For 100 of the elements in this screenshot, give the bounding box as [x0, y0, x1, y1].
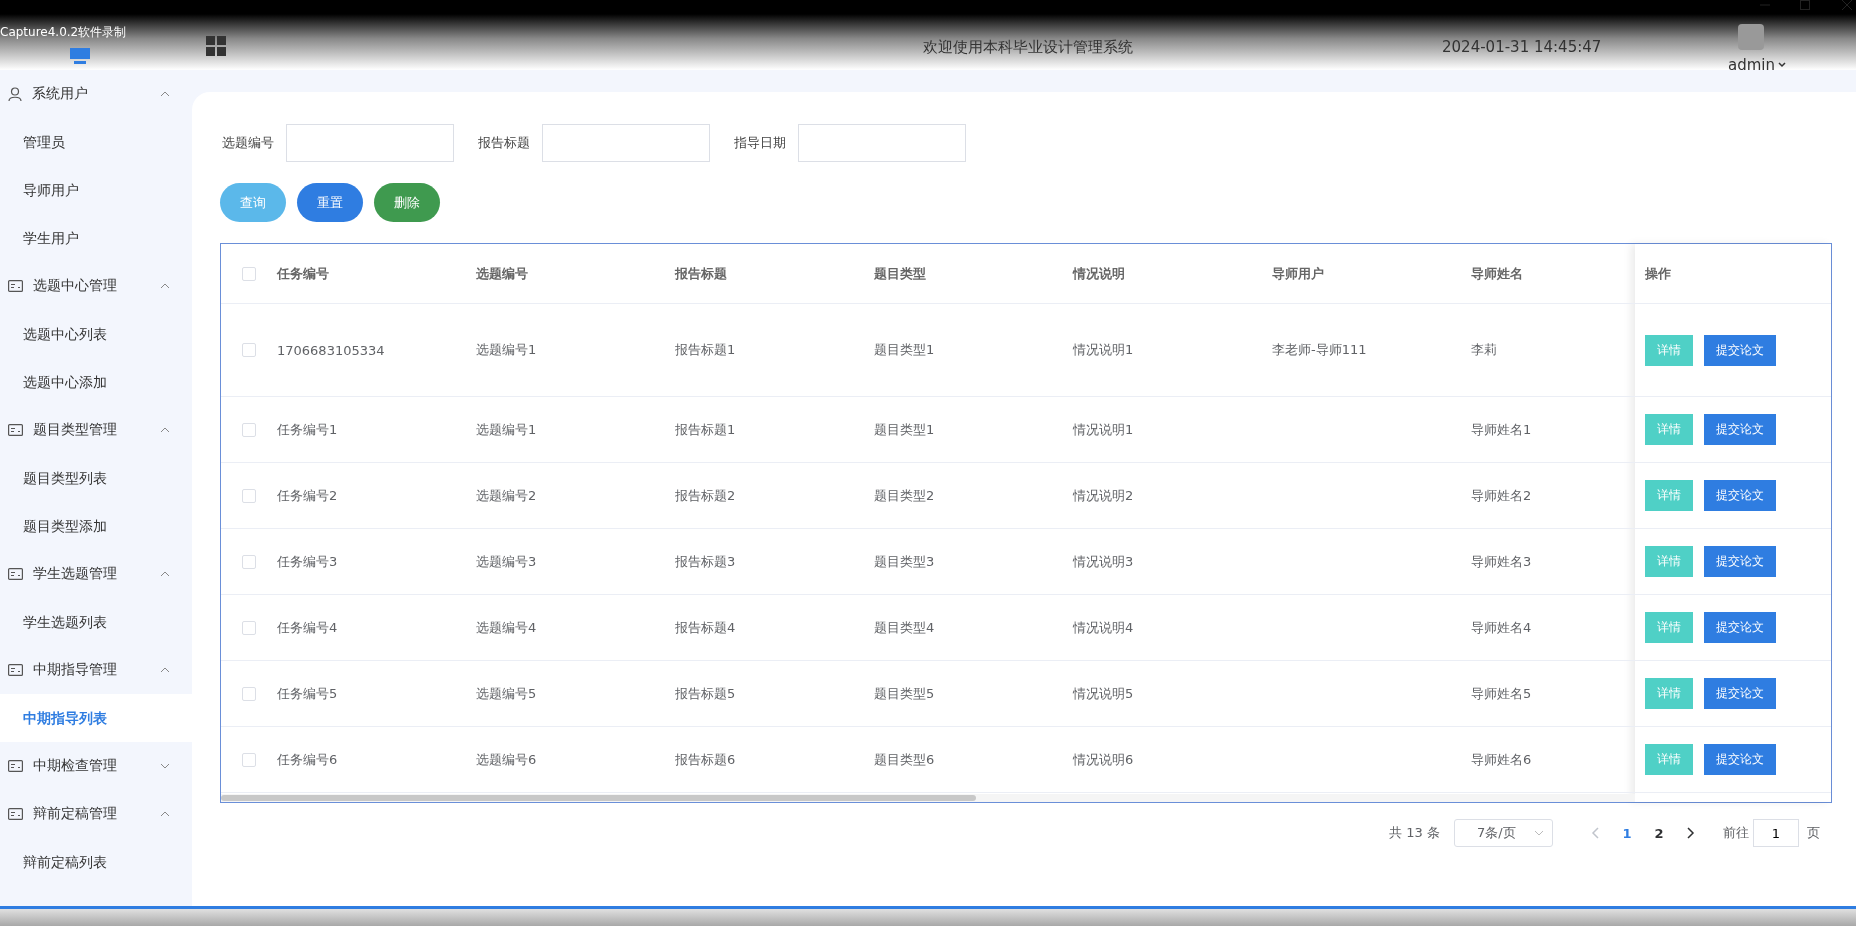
field-label: 报告标题	[478, 134, 530, 152]
table-cell: 导师姓名1	[1471, 421, 1532, 437]
checkbox[interactable]	[242, 686, 256, 701]
table-cell: 情况说明5	[1073, 685, 1134, 701]
table-cell: 题目类型5	[874, 685, 935, 701]
column-header: 选题编号	[476, 264, 529, 283]
page-input[interactable]: 1	[1753, 819, 1799, 847]
table-cell: 任务编号4	[277, 619, 338, 635]
chevron-up-icon	[160, 811, 170, 817]
table-cell: 题目类型6	[874, 751, 935, 767]
table-cell: 题目类型2	[874, 487, 935, 503]
card-icon	[8, 424, 23, 436]
sidebar-item[interactable]: 导师用户	[0, 166, 192, 214]
prev-icon[interactable]	[1591, 827, 1599, 839]
table-cell: 情况说明2	[1073, 487, 1134, 503]
table-cell: 导师姓名2	[1471, 487, 1532, 503]
sidebar-item[interactable]: 管理员	[0, 118, 192, 166]
table-cell: 选题编号2	[476, 487, 537, 503]
table-cell: 报告标题6	[675, 751, 736, 767]
sidebar-item[interactable]: 题目类型添加	[0, 502, 192, 550]
table-cell: 情况说明3	[1073, 553, 1134, 569]
page-number[interactable]: 1	[1611, 824, 1643, 842]
close-icon[interactable]	[1842, 0, 1852, 10]
submit-button[interactable]: 提交论文	[1704, 612, 1776, 643]
table-cell: 任务编号3	[277, 553, 338, 569]
card-icon	[8, 808, 23, 820]
monitor-icon	[68, 48, 92, 64]
sidebar-item[interactable]: 选题中心列表	[0, 310, 192, 358]
checkbox[interactable]	[242, 488, 256, 503]
user-menu[interactable]: admin	[1728, 56, 1786, 74]
delete-button[interactable]: 删除	[374, 183, 440, 222]
next-icon[interactable]	[1687, 827, 1695, 839]
card-icon	[8, 760, 23, 772]
submit-button[interactable]: 提交论文	[1704, 480, 1776, 511]
table-cell: 题目类型1	[874, 421, 935, 437]
table-cell: 报告标题2	[675, 487, 736, 503]
caret-icon	[1778, 62, 1786, 68]
field-label: 选题编号	[222, 134, 274, 152]
sidebar-item[interactable]: 辩前定稿列表	[0, 838, 192, 886]
sidebar-item[interactable]: 题目类型列表	[0, 454, 192, 502]
menu-icon[interactable]	[206, 36, 226, 56]
column-header: 题目类型	[874, 264, 927, 283]
total-count: 共 13 条	[1389, 824, 1440, 842]
sidebar-group[interactable]: 选题中心管理	[0, 262, 192, 310]
checkbox[interactable]	[242, 620, 256, 635]
checkbox[interactable]	[242, 752, 256, 767]
sidebar-group[interactable]: 题目类型管理	[0, 406, 192, 454]
checkbox[interactable]	[242, 343, 256, 357]
table-cell: 导师姓名5	[1471, 685, 1532, 701]
table-cell: 报告标题1	[675, 421, 736, 437]
chevron-down-icon	[160, 763, 170, 769]
checkbox[interactable]	[242, 266, 256, 281]
scrollbar[interactable]	[221, 794, 1635, 802]
field-label: 指导日期	[734, 134, 786, 152]
window-title: Capture4.0.2软件录制	[0, 24, 127, 41]
table-cell: 报告标题5	[675, 685, 736, 701]
submit-button[interactable]: 提交论文	[1704, 678, 1776, 709]
sidebar-item[interactable]: 学生用户	[0, 214, 192, 262]
chevron-up-icon	[160, 571, 170, 577]
table-cell: 报告标题3	[675, 553, 736, 569]
submit-button[interactable]: 提交论文	[1704, 414, 1776, 445]
table-cell: 任务编号6	[277, 751, 338, 767]
column-header: 操作	[1644, 264, 1672, 283]
table-cell: 情况说明1	[1073, 342, 1134, 357]
table-cell: 导师姓名3	[1471, 553, 1532, 569]
table-cell: 选题编号1	[476, 421, 537, 437]
chevron-up-icon	[160, 427, 170, 433]
sidebar-group[interactable]: 辩前定稿管理	[0, 790, 192, 838]
table-cell: 题目类型4	[874, 619, 935, 635]
input-field[interactable]	[286, 124, 454, 162]
checkbox[interactable]	[242, 554, 256, 569]
avatar	[1738, 24, 1764, 50]
table-cell: 李莉	[1471, 342, 1497, 357]
sidebar-group[interactable]: 学生选题管理	[0, 550, 192, 598]
maximize-icon[interactable]	[1800, 0, 1810, 10]
sidebar-item[interactable]: 中期指导列表	[0, 694, 192, 742]
reset-button[interactable]: 重置	[297, 183, 363, 222]
page-number[interactable]: 2	[1643, 824, 1675, 842]
sidebar-item[interactable]: 学生选题列表	[0, 598, 192, 646]
card-icon	[8, 280, 23, 292]
table-cell: 情况说明1	[1073, 421, 1134, 437]
table-cell: 导师姓名4	[1471, 619, 1532, 635]
sidebar-group[interactable]: 中期指导管理	[0, 646, 192, 694]
table-cell: 选题编号4	[476, 619, 537, 635]
card-icon	[8, 568, 23, 580]
table-cell: 选题编号5	[476, 685, 537, 701]
submit-button[interactable]: 提交论文	[1704, 744, 1776, 775]
table-cell: 李老师-导师111	[1272, 342, 1367, 357]
sidebar-group[interactable]: 系统用户	[0, 70, 192, 118]
input-field[interactable]	[542, 124, 710, 162]
sidebar-group[interactable]: 中期检查管理	[0, 742, 192, 790]
input-field[interactable]	[798, 124, 966, 162]
table-cell: 选题编号1	[476, 342, 537, 357]
page-size-select[interactable]: 7条/页	[1454, 819, 1553, 847]
submit-button[interactable]: 提交论文	[1704, 334, 1776, 366]
table-cell: 选题编号3	[476, 553, 537, 569]
checkbox[interactable]	[242, 422, 256, 437]
submit-button[interactable]: 提交论文	[1704, 546, 1776, 577]
table-cell: 题目类型1	[874, 342, 935, 357]
sidebar-item[interactable]: 选题中心添加	[0, 358, 192, 406]
